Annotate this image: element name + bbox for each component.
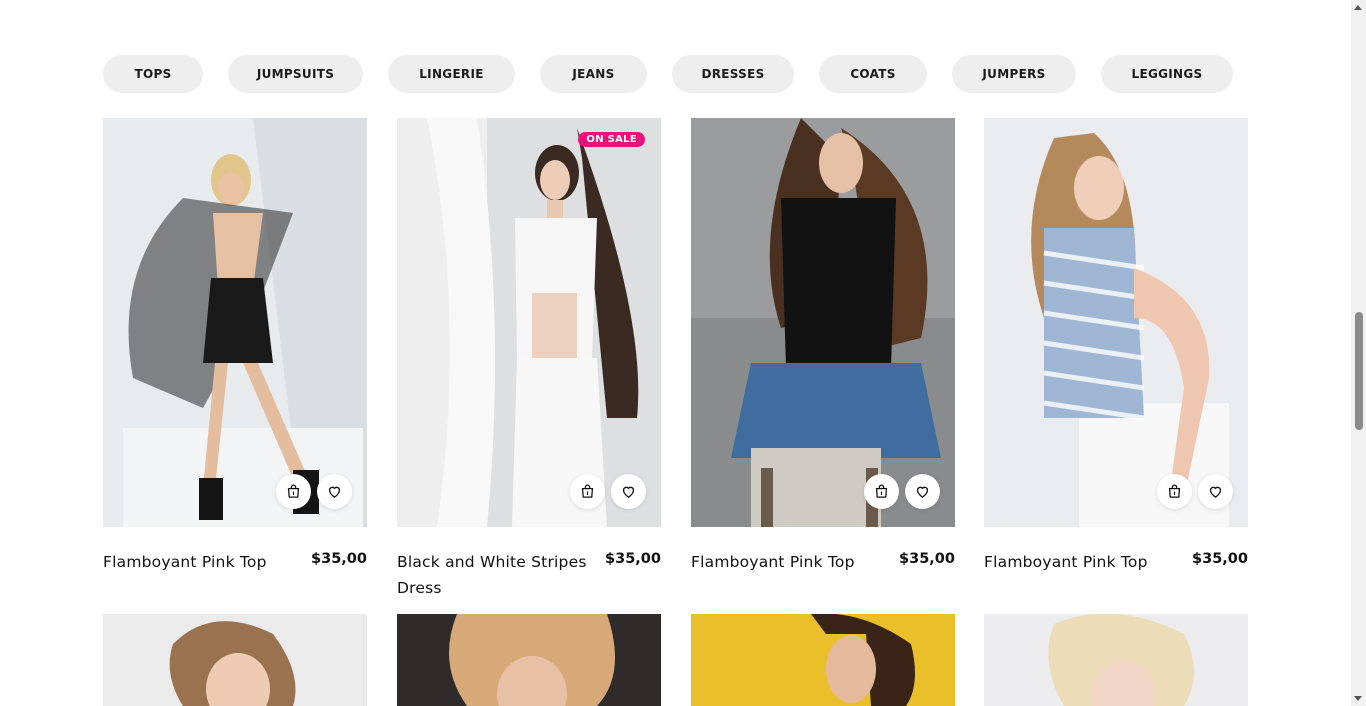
product-title[interactable]: Flamboyant Pink Top — [103, 549, 293, 575]
filter-tops[interactable]: TOPS — [103, 55, 203, 93]
wishlist-button[interactable] — [1198, 474, 1233, 509]
product-price: $35,00 — [1192, 551, 1248, 567]
product-image[interactable] — [691, 118, 955, 527]
add-to-cart-button[interactable] — [1157, 474, 1192, 509]
product-price: $35,00 — [605, 551, 661, 567]
product-card[interactable] — [103, 614, 367, 706]
add-to-cart-button[interactable] — [864, 474, 899, 509]
product-card[interactable]: Flamboyant Pink Top $35,00 — [984, 118, 1248, 575]
wishlist-button[interactable] — [611, 474, 646, 509]
product-image[interactable] — [691, 614, 955, 706]
shopping-bag-icon — [1168, 484, 1181, 498]
product-price: $35,00 — [311, 551, 367, 567]
scroll-thumb[interactable] — [1355, 312, 1363, 430]
heart-icon — [328, 486, 341, 498]
filter-lingerie[interactable]: LINGERIE — [388, 55, 515, 93]
shopping-bag-icon — [581, 484, 594, 498]
product-title[interactable]: Flamboyant Pink Top — [691, 549, 881, 575]
product-card[interactable]: Flamboyant Pink Top $35,00 — [691, 118, 955, 575]
product-card[interactable] — [984, 614, 1248, 706]
product-image[interactable] — [397, 614, 661, 706]
product-image[interactable]: ON SALE — [397, 118, 661, 527]
filter-jumpsuits[interactable]: JUMPSUITS — [228, 55, 363, 93]
product-card[interactable]: Flamboyant Pink Top $35,00 — [103, 118, 367, 575]
product-title[interactable]: Flamboyant Pink Top — [984, 549, 1174, 575]
heart-icon — [622, 486, 635, 498]
product-price: $35,00 — [899, 551, 955, 567]
add-to-cart-button[interactable] — [276, 474, 311, 509]
product-card[interactable]: ON SALE Black and White Stripes Dress $3… — [397, 118, 661, 601]
wishlist-button[interactable] — [317, 474, 352, 509]
filter-jeans[interactable]: JEANS — [540, 55, 647, 93]
shopping-bag-icon — [875, 484, 888, 498]
filter-leggings[interactable]: LEGGINGS — [1101, 55, 1233, 93]
sale-badge: ON SALE — [578, 132, 645, 147]
product-title[interactable]: Black and White Stripes Dress — [397, 549, 587, 601]
filter-dresses[interactable]: DRESSES — [672, 55, 794, 93]
wishlist-button[interactable] — [905, 474, 940, 509]
scroll-up-arrow-icon[interactable] — [1354, 5, 1362, 10]
filter-coats[interactable]: COATS — [819, 55, 927, 93]
category-filter-bar: TOPS JUMPSUITS LINGERIE JEANS DRESSES CO… — [103, 55, 1233, 93]
heart-icon — [1209, 486, 1222, 498]
product-image[interactable] — [103, 614, 367, 706]
filter-jumpers[interactable]: JUMPERS — [952, 55, 1076, 93]
product-card[interactable] — [691, 614, 955, 706]
product-card[interactable] — [397, 614, 661, 706]
shopping-bag-icon — [287, 484, 300, 498]
page-scrollbar[interactable] — [1351, 0, 1366, 706]
product-image[interactable] — [103, 118, 367, 527]
add-to-cart-button[interactable] — [570, 474, 605, 509]
product-image[interactable] — [984, 118, 1248, 527]
product-image[interactable] — [984, 614, 1248, 706]
scroll-down-arrow-icon[interactable] — [1354, 696, 1362, 701]
heart-icon — [916, 486, 929, 498]
